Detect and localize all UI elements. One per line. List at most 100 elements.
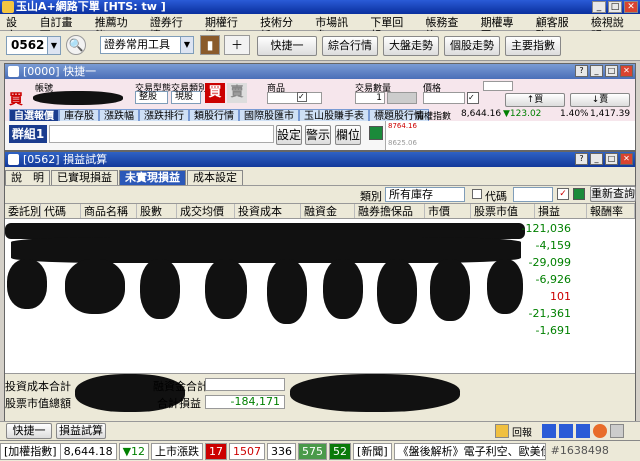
minimize-icon[interactable]: _ xyxy=(590,153,603,165)
menu-item-custom-screen[interactable]: 自訂畫面 xyxy=(34,14,89,42)
code-checkbox[interactable] xyxy=(472,189,482,199)
menu-item-market-news[interactable]: 市場訊息 xyxy=(309,14,364,42)
toolbar-button-overview[interactable]: 綜合行情 xyxy=(322,36,378,56)
close-icon[interactable]: ✕ xyxy=(620,153,633,165)
menu-item-service[interactable]: 顧客服務 xyxy=(530,14,585,42)
magnifier-icon[interactable] xyxy=(495,424,509,438)
status-updown-label: 上市漲跌 xyxy=(151,442,204,460)
buy-submit-button[interactable]: ↑買 xyxy=(505,93,565,107)
window-icon xyxy=(8,66,19,77)
toolbar-button-quick[interactable]: 快捷一 xyxy=(257,36,317,56)
product-input[interactable] xyxy=(267,92,322,104)
tab-realized[interactable]: 已實現損益 xyxy=(51,170,118,185)
col-code[interactable]: 代碼 xyxy=(41,204,81,218)
price-checkbox[interactable]: ✓ xyxy=(467,92,479,104)
color-icon[interactable] xyxy=(593,424,607,438)
sell-button[interactable]: 賣 xyxy=(227,83,247,103)
close-icon[interactable]: ✕ xyxy=(620,65,633,77)
category-select[interactable]: 所有庫存 xyxy=(385,187,465,202)
task-pl[interactable]: 損益試算 xyxy=(56,423,106,439)
excel-icon[interactable] xyxy=(369,126,383,140)
close-icon[interactable]: ✕ xyxy=(624,1,638,13)
tab-help[interactable]: 說 明 xyxy=(5,170,50,185)
index-change: ▼123.02 xyxy=(503,109,542,119)
window-icon[interactable] xyxy=(559,424,573,438)
index-value: 8,644.16 xyxy=(461,109,502,119)
pl-value: 101 xyxy=(550,290,571,303)
sell-submit-button[interactable]: ↓賣 xyxy=(570,93,630,107)
window-icon[interactable] xyxy=(542,424,556,438)
buy-button[interactable]: 買 xyxy=(205,83,225,103)
trade-type-select[interactable]: 整股 xyxy=(135,91,168,104)
order-info-button[interactable] xyxy=(483,81,513,91)
maximize-icon[interactable]: □ xyxy=(605,65,618,77)
menu-item-technical[interactable]: 技術分析 xyxy=(254,14,309,42)
columns-button[interactable]: 欄位 xyxy=(335,125,361,145)
group-button[interactable]: 群組1 xyxy=(9,125,47,143)
col-order-type[interactable]: 委託別 xyxy=(5,204,41,218)
quantity-input[interactable]: 1 xyxy=(355,92,385,104)
pl-tabs: 說 明 已實現損益 未實現損益 成本設定 xyxy=(5,167,635,185)
tool-select[interactable]: 證券常用工具 ▼ xyxy=(100,36,194,54)
status-up: 1507 xyxy=(229,442,266,460)
minimize-icon[interactable]: _ xyxy=(590,65,603,77)
alert-button[interactable]: 警示 xyxy=(305,125,331,145)
trade-category-select[interactable]: 現股 xyxy=(171,91,201,104)
menu-item-futures-zone[interactable]: 期權專區 xyxy=(475,14,530,42)
watermark-text: #1638498 xyxy=(550,443,609,457)
col-market-value[interactable]: 股票市值 xyxy=(471,204,535,218)
tab-unrealized[interactable]: 未實現損益 xyxy=(119,170,186,185)
bag-icon[interactable]: ▮ xyxy=(200,35,220,55)
col-avg-price[interactable]: 成交均價 xyxy=(177,204,235,218)
tool-icon[interactable] xyxy=(610,424,624,438)
maximize-icon[interactable]: □ xyxy=(605,153,618,165)
col-name[interactable]: 商品名稱 xyxy=(81,204,137,218)
col-return[interactable]: 報酬率 xyxy=(587,204,635,218)
col-margin[interactable]: 融資金 xyxy=(301,204,355,218)
col-cost[interactable]: 投資成本 xyxy=(235,204,301,218)
task-quick[interactable]: 快捷一 xyxy=(6,423,52,439)
menu-item-help[interactable]: 檢視說明 xyxy=(585,14,640,42)
status-news-ticker[interactable]: 《盤後解析》電子利空、歐美債災積 xyxy=(393,442,546,460)
stock-code-input[interactable]: 0562 ▼ xyxy=(6,36,61,55)
pl-values-column: -121,036 -4,159 -29,099 -6,926 101 -21,3… xyxy=(5,219,635,373)
settings-button[interactable]: 設定 xyxy=(276,125,302,145)
window-icon[interactable] xyxy=(576,424,590,438)
col-collateral[interactable]: 融券擔保品 xyxy=(355,204,425,218)
checkmark-icon[interactable]: ✓ xyxy=(557,188,569,200)
checkbox[interactable]: ✓ xyxy=(297,92,307,102)
pl-grid-header: 委託別 代碼 商品名稱 股數 成交均價 投資成本 融資金 融券擔保品 市價 股票… xyxy=(5,203,635,219)
col-pl[interactable]: 損益 xyxy=(535,204,587,218)
search-icon[interactable]: 🔍 xyxy=(66,35,86,55)
menu-item-stock-quotes[interactable]: 證券行情 xyxy=(144,14,199,42)
cost-total-label: 投資成本合計 xyxy=(5,380,71,393)
col-shares[interactable]: 股數 xyxy=(137,204,177,218)
report-button[interactable]: 回報 xyxy=(512,424,532,439)
excel-icon[interactable] xyxy=(573,188,585,200)
chevron-down-icon[interactable]: ▼ xyxy=(180,37,193,53)
chevron-down-icon[interactable]: ▼ xyxy=(47,37,60,54)
price-input[interactable] xyxy=(423,92,465,104)
requery-button[interactable]: 重新查詢 xyxy=(590,186,636,202)
add-window-icon[interactable]: ＋ xyxy=(224,35,250,55)
filter-bar: 類別 所有庫存 代碼 ✓ 重新查詢 xyxy=(5,185,636,203)
menu-item-order-report[interactable]: 下單回報 xyxy=(364,14,419,42)
code-select[interactable] xyxy=(513,187,553,202)
toolbar-button-stock-trend[interactable]: 個股走勢 xyxy=(444,36,500,56)
tab-cost-settings[interactable]: 成本設定 xyxy=(187,170,243,185)
quick-order-window: [0000] 快捷一 ? _ □ ✕ 買 帳號 交易型態 整股 交易類別 現股 … xyxy=(4,63,636,151)
minimize-icon[interactable]: _ xyxy=(592,1,606,13)
quantity-stepper[interactable] xyxy=(387,92,417,104)
maximize-icon[interactable]: □ xyxy=(608,1,622,13)
help-icon[interactable]: ? xyxy=(575,153,588,165)
menu-item-recommend[interactable]: 推薦功能 xyxy=(89,14,144,42)
menu-item-futures-quotes[interactable]: 期權行情 xyxy=(199,14,254,42)
toolbar-button-indices[interactable]: 主要指數 xyxy=(505,36,561,56)
menu-item-account[interactable]: 帳務查詢 xyxy=(419,14,474,42)
tool-select-value: 證券常用工具 xyxy=(104,38,170,51)
col-market-price[interactable]: 市價 xyxy=(425,204,471,218)
help-icon[interactable]: ? xyxy=(575,65,588,77)
menu-item-settings[interactable]: 設定 xyxy=(0,14,34,42)
pl-window-title-bar: [0562] 損益試算 ? _ □ ✕ xyxy=(5,152,635,167)
toolbar-button-market-trend[interactable]: 大盤走勢 xyxy=(383,36,439,56)
